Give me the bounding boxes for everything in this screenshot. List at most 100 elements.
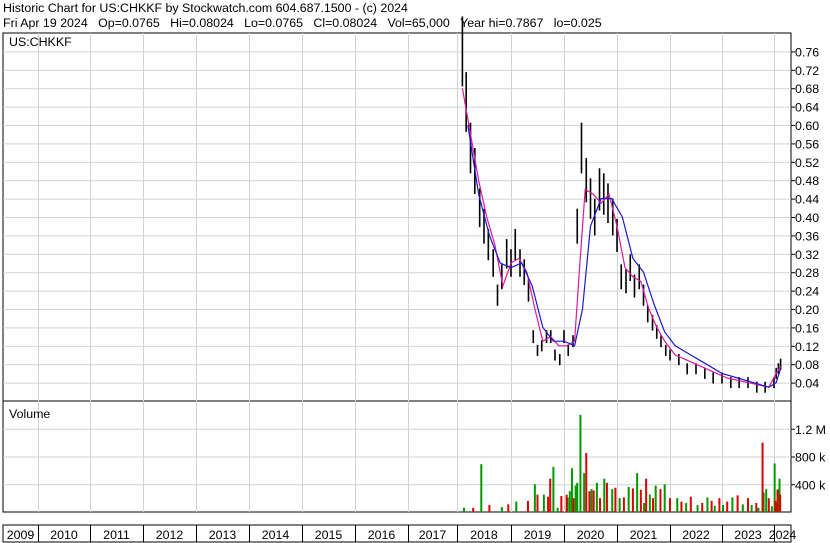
year-label: 2014 [262,528,290,542]
volume-bar [536,494,539,512]
volume-bar [776,489,779,512]
price-tick-label: 0.72 [795,64,819,78]
volume-bar [480,464,483,512]
volume-bar [507,504,510,512]
price-tick-label: 0.32 [795,248,819,262]
volume-bar [736,495,739,512]
year-label: 2023 [734,528,762,542]
volume-bar [560,496,563,512]
volume-bar [726,501,729,512]
volume-bar [701,502,704,512]
price-tick-label: 0.76 [795,45,819,59]
volume-bar [549,478,552,512]
volume-bar [611,489,614,512]
volume-bar [761,442,764,512]
volume-bar [576,482,579,512]
price-tick-label: 0.60 [795,119,819,133]
volume-bar [622,497,625,512]
volume-bar [774,500,777,512]
volume-bar [565,494,568,512]
year-label: 2020 [577,528,605,542]
volume-bar [526,500,529,512]
volume-bar [618,498,621,512]
year-label: 2022 [682,528,710,542]
volume-bar [718,498,721,512]
year-label: 2012 [156,528,184,542]
price-tick-label: 0.20 [795,303,819,317]
volume-bar [500,507,503,512]
volume-bar [542,494,545,512]
year-label: 2015 [315,528,343,542]
price-tick-label: 0.68 [795,82,819,96]
volume-bar [689,496,692,512]
volume-bar [605,482,608,512]
volume-bar [770,506,773,512]
volume-bar [722,505,725,512]
volume-bar [552,466,555,512]
volume-bar [639,489,642,512]
volume-bar [680,501,683,512]
volume-panel-title: Volume [9,407,50,421]
price-tick-label: 0.48 [795,174,819,188]
price-tick-label: 0.24 [795,285,819,299]
volume-bar [652,498,655,512]
price-tick-label: 0.04 [795,377,819,391]
price-tick-label: 0.36 [795,229,819,243]
year-label: 2018 [470,528,498,542]
price-tick-label: 0.64 [795,101,819,115]
volume-bar [631,488,634,512]
volume-bar [767,498,770,512]
price-tick-label: 0.08 [795,358,819,372]
volume-tick-label: 400 k [795,478,826,492]
volume-bar [643,502,646,512]
year-label: 2009 [7,528,35,542]
volume-bar [645,478,648,512]
volume-bar [488,505,491,512]
year-label: 2017 [419,528,447,542]
volume-bar [755,502,758,512]
year-label: 2013 [209,528,237,542]
price-tick-label: 0.12 [795,340,819,354]
year-label: 2011 [103,528,130,542]
volume-bar [648,494,651,512]
volume-bar [627,487,630,512]
volume-bar [663,484,666,512]
volume-bar [659,489,662,512]
price-tick-label: 0.44 [795,193,819,207]
volume-bar [588,491,591,512]
volume-bar [710,500,713,512]
year-label: 2019 [524,528,552,542]
volume-bar [676,498,679,512]
volume-bar [779,494,782,512]
year-label: 2021 [630,528,658,542]
year-label: 2010 [50,528,78,542]
volume-bar [603,478,606,512]
volume-bar [636,473,639,512]
volume-bar [592,490,595,512]
volume-bar [590,489,593,512]
volume-bar [583,473,586,512]
volume-bar [463,507,466,512]
volume-bar [515,501,518,512]
volume-bar [572,498,575,512]
price-tick-label: 0.52 [795,156,819,170]
volume-bar [669,498,671,512]
volume-bar [713,505,716,512]
volume-bar [579,414,582,512]
price-tick-label: 0.28 [795,266,819,280]
volume-bar [556,507,559,512]
year-label: 2016 [368,528,396,542]
historic-chart: 0.04 0.08 0.12 0.16 0.20 0.24 0.28 0.32 0.36 0.40… [2,16,826,543]
volume-bar [750,505,753,512]
price-panel-title: US:CHKKF [9,35,72,49]
volume-bar [547,496,550,512]
volume-bar [741,504,744,512]
volume-bar [765,489,768,512]
volume-bar [685,502,688,512]
price-tick-label: 0.16 [795,321,819,335]
volume-bar [706,497,709,512]
volume-bar [731,497,734,512]
volume-bar [654,485,657,512]
volume-bar [595,482,598,512]
volume-bar [585,453,588,512]
